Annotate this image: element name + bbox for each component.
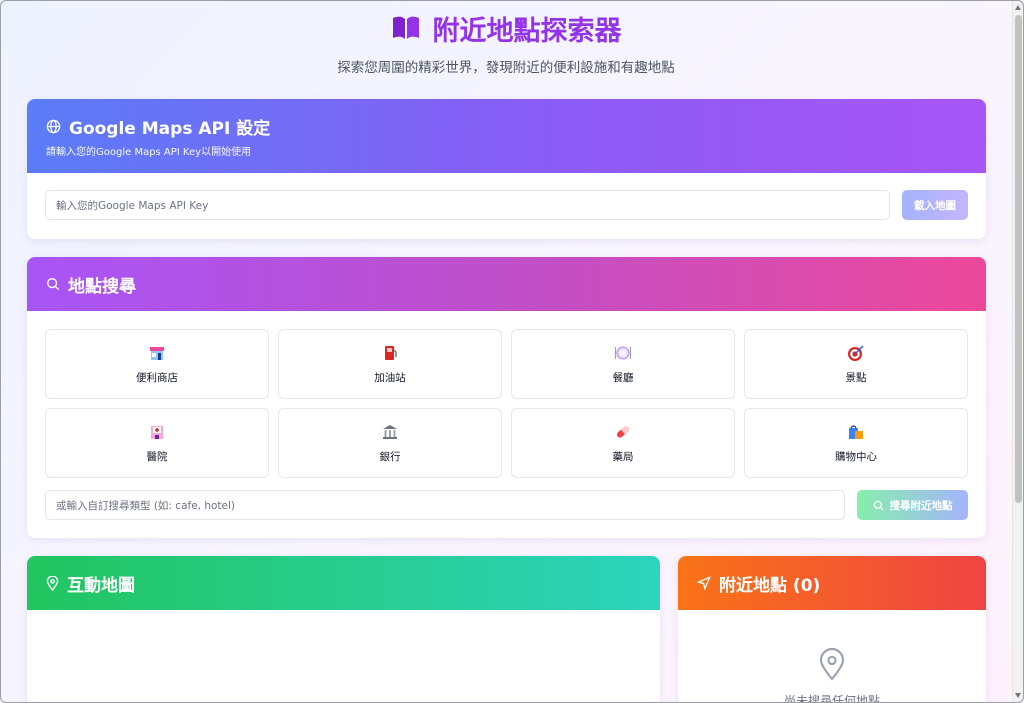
api-card-description: 請輸入您的Google Maps API Key以開始使用 (46, 147, 252, 158)
category-bank[interactable]: 銀行 (278, 408, 502, 478)
search-icon (873, 500, 883, 510)
category-label: 餐廳 (612, 371, 634, 384)
title-row: 附近地點探索器 (0, 8, 1012, 48)
api-card-header: Google Maps API 設定 請輸入您的Google Maps API … (27, 99, 986, 173)
category-restaurant[interactable]: 餐廳 (511, 329, 735, 399)
load-map-button[interactable]: 載入地圖 (902, 190, 968, 220)
category-label: 銀行 (379, 450, 401, 463)
search-nearby-button[interactable]: 搜尋附近地點 (857, 490, 968, 520)
navigation-arrow-icon (697, 576, 711, 590)
empty-state-text: 尚未搜尋任何地點 (783, 694, 880, 703)
api-key-input[interactable]: 輸入您的Google Maps API Key (45, 190, 890, 220)
page-subtitle: 探索您周圍的精彩世界，發現附近的便利設施和有趣地點 (337, 60, 675, 76)
search-card-header: 地點搜尋 (27, 257, 986, 311)
api-settings-card: Google Maps API 設定 請輸入您的Google Maps API … (27, 99, 986, 239)
nearby-card-header: 附近地點 (0) (678, 556, 986, 610)
nearby-card-title: 附近地點 (0) (719, 575, 821, 596)
map-area[interactable] (27, 610, 660, 703)
category-convenience-store[interactable]: 便利商店 (45, 329, 269, 399)
category-label: 醫院 (146, 450, 168, 463)
map-card-title: 互動地圖 (67, 575, 135, 596)
search-icon (47, 278, 60, 291)
pill-icon (616, 425, 630, 438)
empty-state: 尚未搜尋任何地點 (678, 610, 986, 703)
bank-icon (383, 424, 397, 439)
search-card-title: 地點搜尋 (68, 276, 136, 297)
plate-cutlery-icon (614, 346, 632, 359)
category-label: 藥局 (612, 450, 634, 463)
category-grid: 便利商店 加油站 餐廳 景點 醫院 銀行 藥局 購物中心 (27, 311, 986, 478)
convenience-store-icon (150, 346, 164, 360)
scrollbar-thumb[interactable] (1015, 15, 1022, 503)
category-hospital[interactable]: 醫院 (45, 408, 269, 478)
api-card-title: Google Maps API 設定 (69, 119, 271, 139)
target-dart-icon (848, 344, 864, 361)
category-label: 景點 (845, 371, 867, 384)
hospital-icon (151, 425, 163, 439)
place-search-card: 地點搜尋 便利商店 加油站 餐廳 景點 醫院 銀行 藥局 購物中心 或輸入自訂搜… (27, 257, 986, 538)
book-icon (392, 16, 419, 39)
page-header: 附近地點探索器 探索您周圍的精彩世界，發現附近的便利設施和有趣地點 (0, 8, 1012, 77)
nearby-places-card: 附近地點 (0) 尚未搜尋任何地點 (678, 556, 986, 703)
shopping-bags-icon (849, 424, 863, 439)
category-pharmacy[interactable]: 藥局 (511, 408, 735, 478)
scroll-down-arrow[interactable] (1015, 693, 1021, 698)
page-title: 附近地點探索器 (432, 15, 622, 47)
category-label: 加油站 (374, 371, 406, 384)
custom-type-input[interactable]: 或輸入自訂搜尋類型 (如: cafe, hotel) (45, 490, 845, 520)
map-pin-icon (46, 575, 59, 591)
search-nearby-label: 搜尋附近地點 (889, 499, 953, 512)
category-attraction[interactable]: 景點 (744, 329, 968, 399)
category-label: 便利商店 (136, 371, 178, 384)
globe-icon (46, 119, 61, 134)
category-gas-station[interactable]: 加油站 (278, 329, 502, 399)
map-card-header: 互動地圖 (27, 556, 660, 610)
scroll-up-arrow[interactable] (1015, 5, 1021, 10)
fuel-pump-icon (385, 345, 397, 360)
map-pin-icon (819, 648, 845, 681)
category-shopping-mall[interactable]: 購物中心 (744, 408, 968, 478)
category-label: 購物中心 (835, 450, 877, 463)
interactive-map-card: 互動地圖 (27, 556, 660, 703)
vertical-scrollbar[interactable] (1012, 1, 1023, 702)
